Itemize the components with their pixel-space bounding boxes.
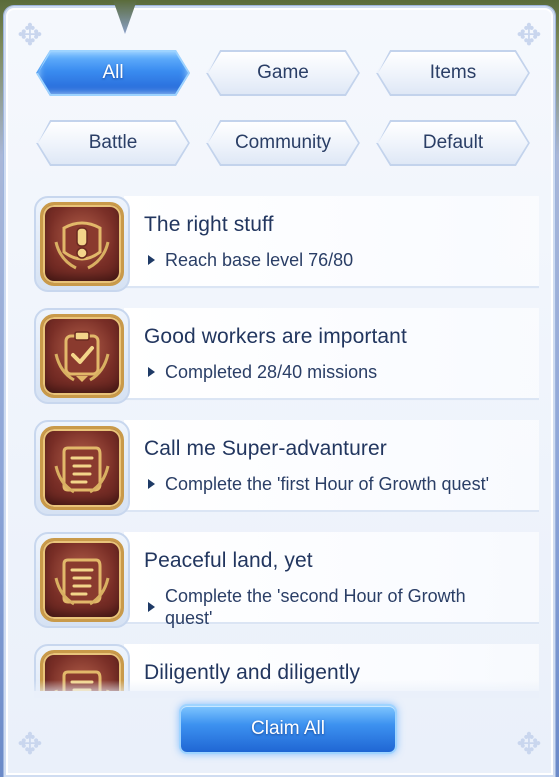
tab-community[interactable]: Community (206, 120, 360, 166)
tab-label: Battle (88, 132, 138, 153)
achievement-desc-text: Complete the 'second Hour of Growth ques… (165, 586, 466, 628)
achievement-description: Complete the 'second Hour of Growth ques… (144, 585, 539, 629)
corner-ornament-icon: ✥ (17, 728, 43, 761)
bullet-arrow-icon (148, 479, 155, 489)
tab-items[interactable]: Items (376, 50, 530, 96)
achievement-desc-text: Complete the 'first Hour of Growth quest… (165, 474, 490, 494)
category-tabs: All Game Items Battle Community Default (36, 50, 530, 166)
achievement-item[interactable]: Peaceful land, yet Complete the 'second … (34, 532, 539, 632)
tab-game[interactable]: Game (206, 50, 360, 96)
achievement-description: Completed 28/40 missions (144, 361, 539, 383)
claim-all-button[interactable]: Claim All (181, 706, 395, 752)
achievement-icon-frame (34, 196, 130, 292)
achievement-item[interactable]: Call me Super-advanturer Complete the 'f… (34, 420, 539, 520)
tab-default[interactable]: Default (376, 120, 530, 166)
bullet-arrow-icon (148, 602, 155, 612)
achievement-title: Call me Super-advanturer (144, 437, 387, 460)
achievement-icon-frame (34, 532, 130, 628)
achievement-title: Diligently and diligently (144, 661, 361, 684)
tab-label: All (102, 62, 124, 83)
tab-label: Community (234, 132, 332, 153)
clipboard-check-icon (40, 314, 124, 398)
tab-battle[interactable]: Battle (36, 120, 190, 166)
achievement-description: Complete the 'first Hour of Growth quest… (144, 473, 539, 495)
achievement-desc-text: Reach base level 76/80 (165, 250, 354, 270)
exclamation-badge-icon (40, 202, 124, 286)
tab-label: Items (429, 62, 477, 83)
achievement-title: The right stuff (144, 213, 274, 236)
claim-all-label: Claim All (251, 718, 325, 739)
scroll-icon (40, 538, 124, 622)
achievement-icon-frame (34, 308, 130, 404)
scroll-icon (40, 426, 124, 510)
corner-ornament-icon: ✥ (516, 728, 542, 761)
achievement-desc-text: Completed 28/40 missions (165, 362, 378, 382)
bullet-arrow-icon (148, 255, 155, 265)
achievement-title: Peaceful land, yet (144, 549, 313, 572)
achievement-icon-frame (34, 420, 130, 516)
tab-label: Default (422, 132, 484, 153)
achievement-item[interactable]: Good workers are important Completed 28/… (34, 308, 539, 408)
tab-label: Game (257, 62, 309, 83)
tab-all[interactable]: All (36, 50, 190, 96)
bullet-arrow-icon (148, 367, 155, 377)
achievement-title: Good workers are important (144, 325, 407, 348)
achievement-item[interactable]: The right stuff Reach base level 76/80 (34, 196, 539, 296)
achievement-list[interactable]: The right stuff Reach base level 76/80 G… (34, 196, 539, 691)
achievement-description: Reach base level 76/80 (144, 249, 539, 271)
